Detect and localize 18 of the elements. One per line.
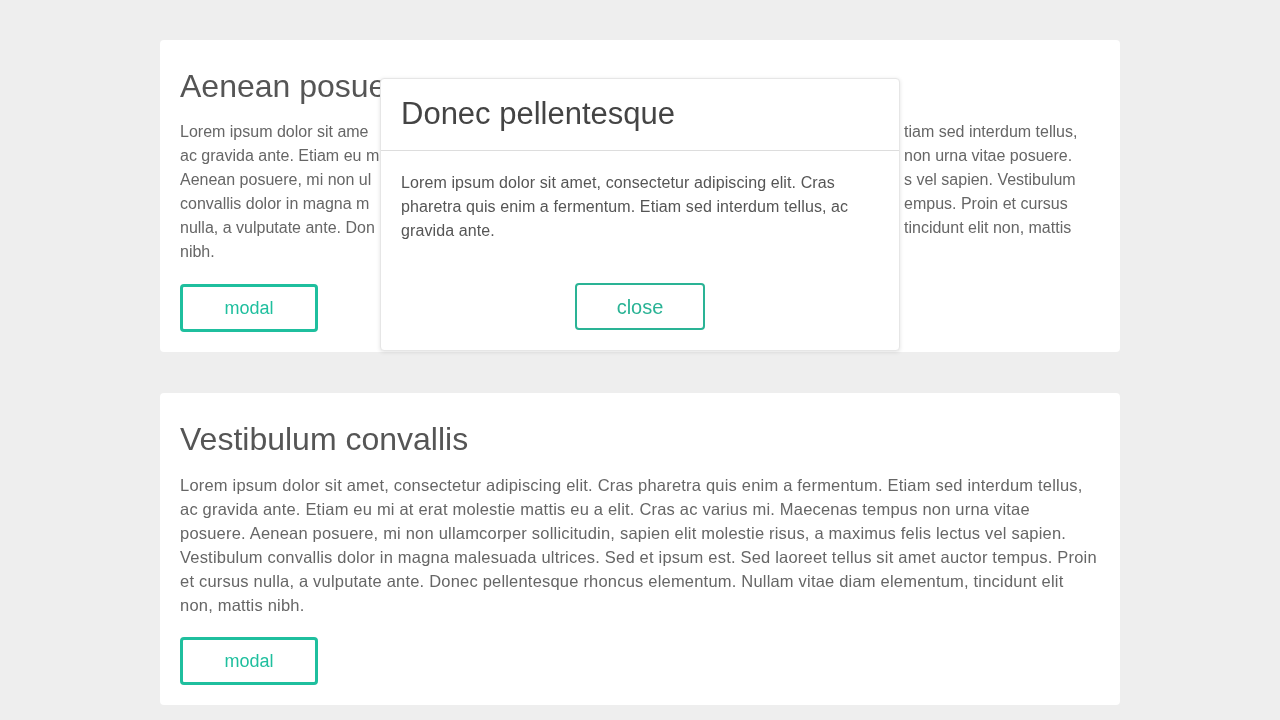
paragraph-line: nibh.: [180, 242, 216, 262]
close-button[interactable]: close: [575, 283, 705, 330]
paragraph-line: empus. Proin et cursus: [904, 194, 1069, 214]
modal-button[interactable]: modal: [180, 284, 318, 332]
paragraph-line: Aenean posuere, mi non ul: [180, 170, 373, 190]
paragraph-line: tincidunt elit non, mattis: [904, 218, 1073, 238]
card-paragraph: Lorem ipsum dolor sit amet, consectetur adipiscing elit. Cras pharetra quis enim a fermentum. Etiam sed interdum tellus, ac gravida ante. Etiam eu mi at erat molestie mattis eu a elit. Cras ac varius mi. Maecenas tempus non urna vitae posuere. Aenean posuere, mi non ullamcorper sollicitudin, sapien elit molestie risus, a maximus felis lectus vel sapien. Vestibulum convallis dolor in magna malesuada ultrices. Sed et ipsum est. Sed laoreet tellus sit amet auctor tempus. Proin et cursus nulla, a vulputate ante. Donec pellentesque rhoncus elementum. Nullam vitae diam elementum, tincidunt elit non, mattis nibh.: [180, 475, 1098, 616]
paragraph-line: s vel sapien. Vestibulum: [904, 170, 1077, 190]
modal-button[interactable]: modal: [180, 637, 318, 685]
paragraph-line: nulla, a vulputate ante. Don: [180, 218, 376, 238]
modal-text: Lorem ipsum dolor sit amet, consectetur adipiscing elit. Cras pharetra quis enim a fermentum. Etiam sed interdum tellus, ac gravida ante.: [400, 173, 850, 241]
paragraph-line: convallis dolor in magna m: [180, 194, 371, 214]
modal-title: Donec pellentesque: [401, 95, 676, 134]
paragraph-line: Lorem ipsum dolor sit ame: [180, 122, 370, 142]
paragraph-line: ac gravida ante. Etiam eu m: [180, 146, 380, 166]
paragraph-line: tiam sed interdum tellus,: [904, 122, 1078, 142]
paragraph-line: non urna vitae posuere.: [904, 146, 1074, 166]
card-title: Vestibulum convallis: [180, 420, 469, 459]
